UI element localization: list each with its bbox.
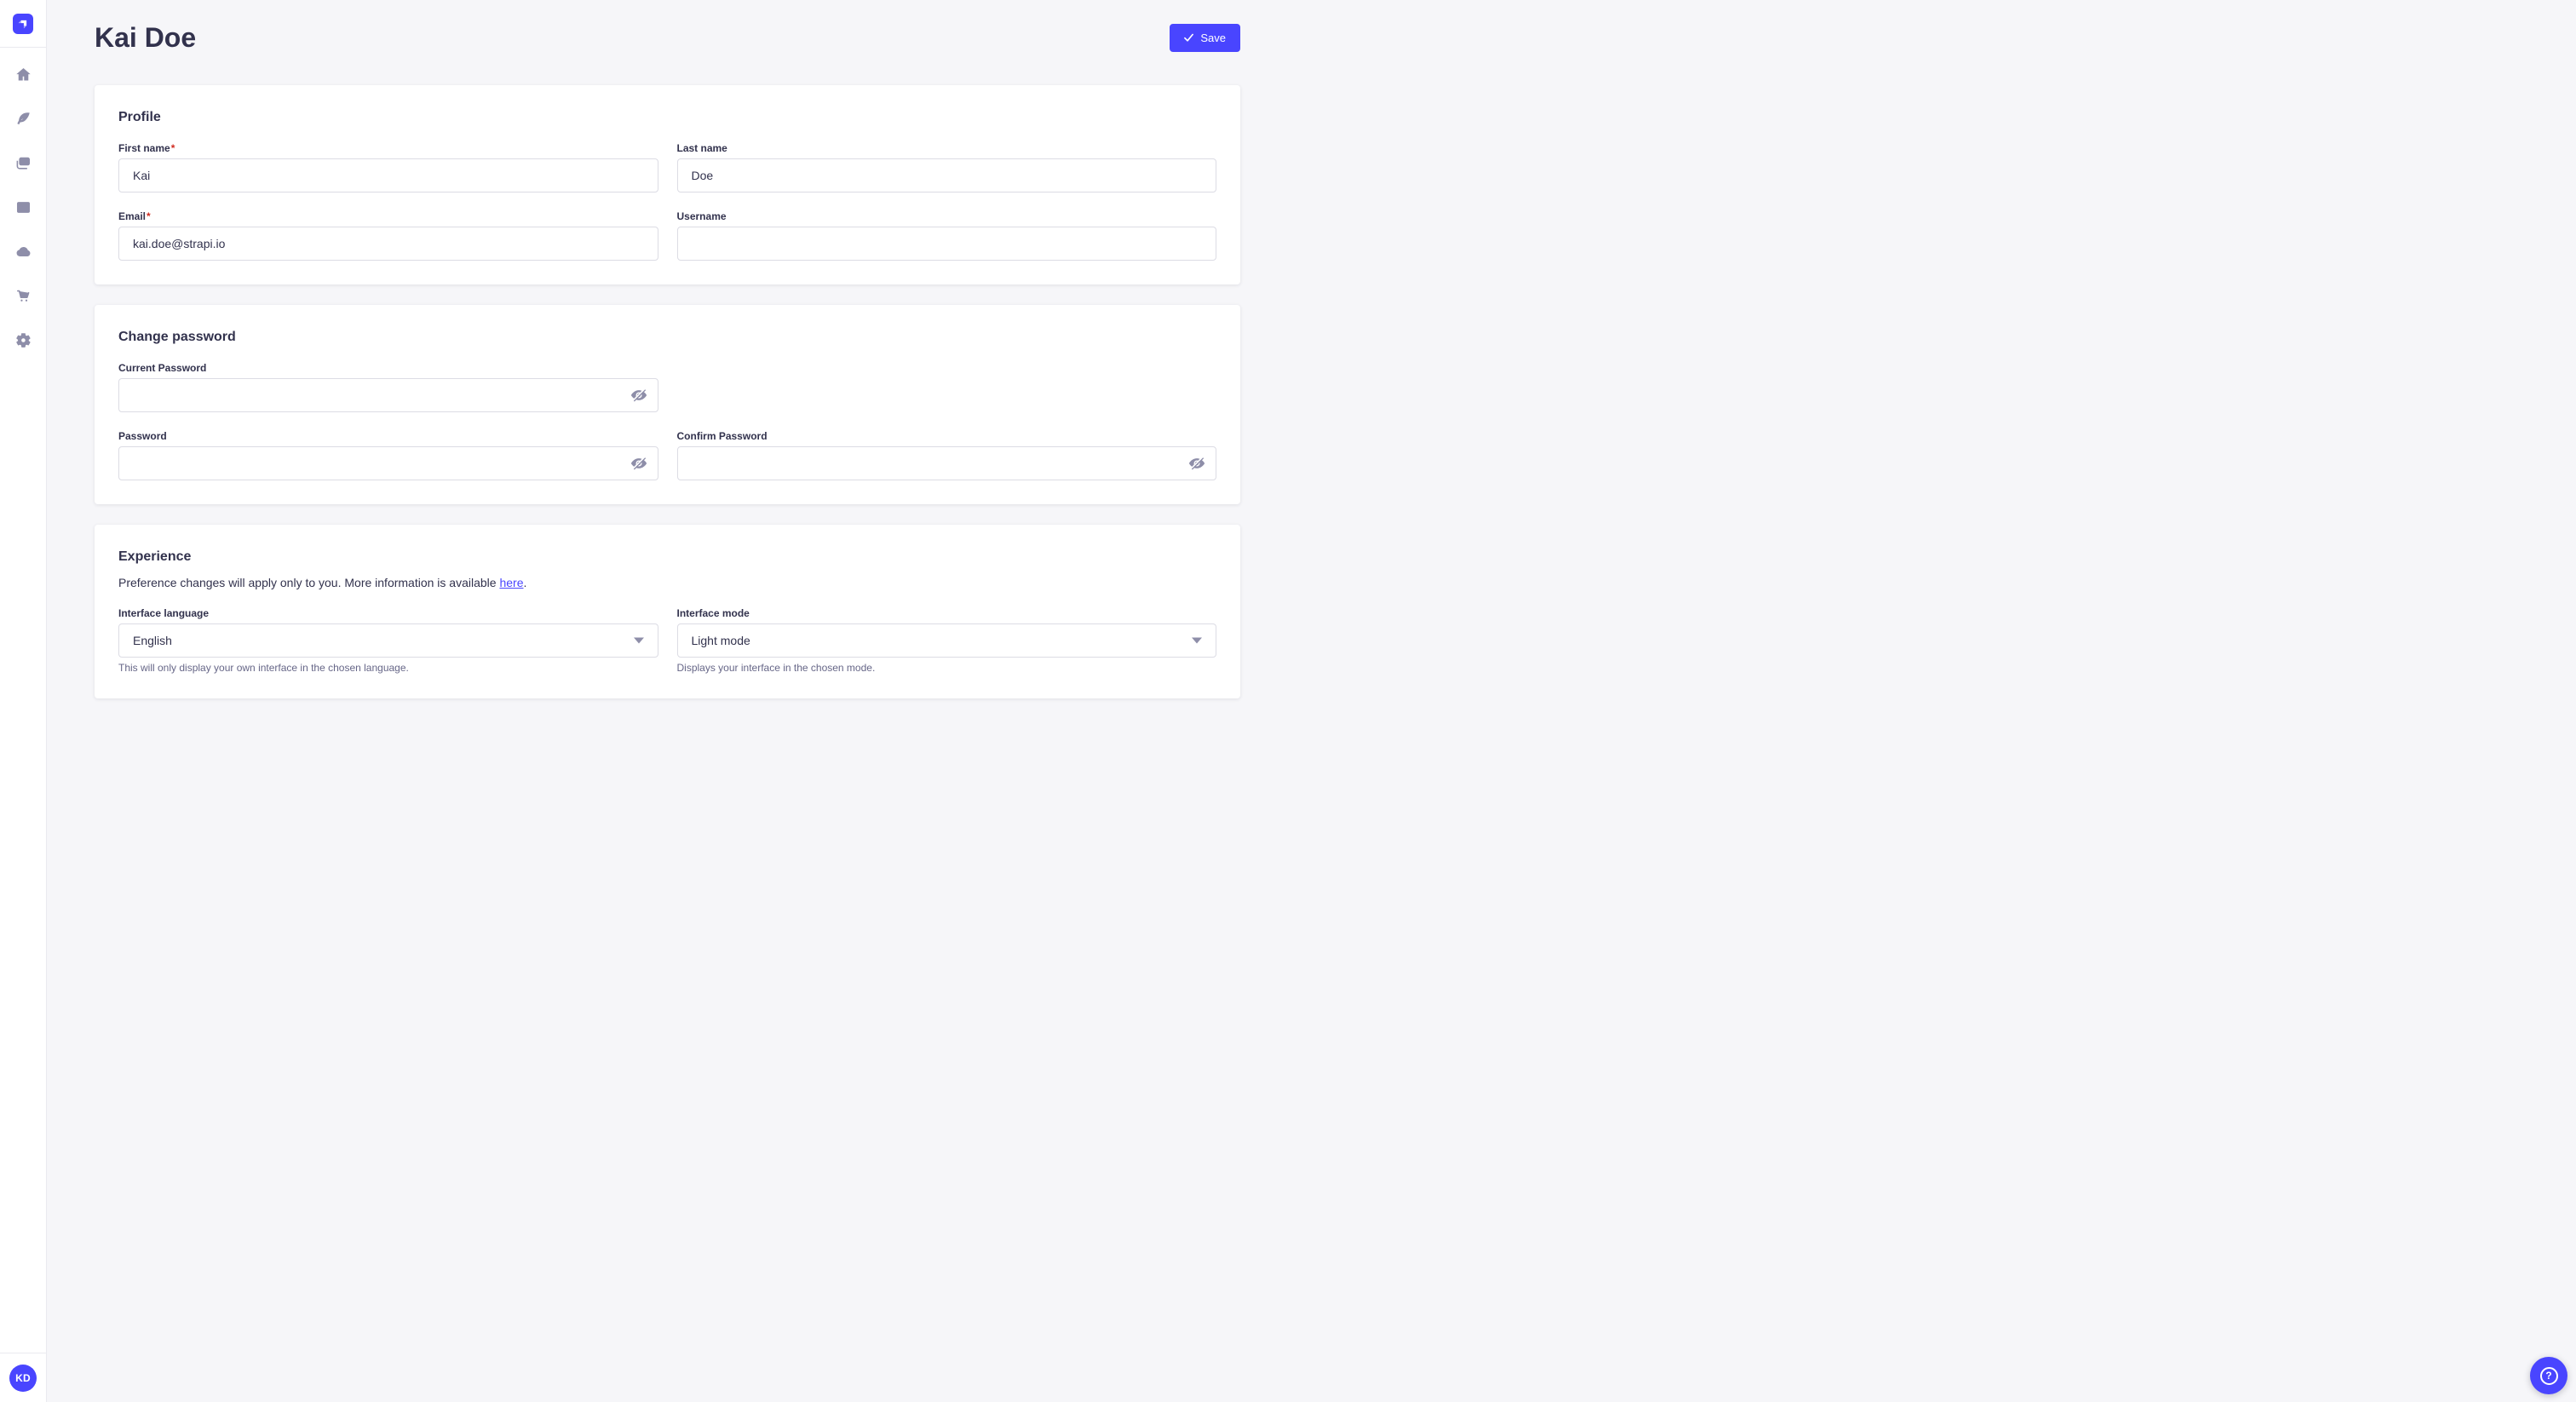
current-password-input[interactable]	[118, 378, 658, 412]
strapi-logo-button[interactable]	[13, 14, 33, 34]
toggle-password-visibility-button[interactable]	[630, 457, 647, 470]
email-input[interactable]	[118, 227, 658, 261]
last-name-label: Last name	[677, 141, 1217, 155]
interface-mode-label: Interface mode	[677, 606, 1217, 620]
help-button[interactable]: ?	[2530, 1357, 2567, 1394]
current-password-label: Current Password	[118, 361, 658, 375]
feather-pen-icon	[15, 111, 32, 127]
interface-mode-select[interactable]: Light mode	[677, 623, 1217, 658]
sidebar: KD	[0, 0, 47, 1402]
first-name-input[interactable]	[118, 158, 658, 192]
username-label: Username	[677, 210, 1217, 223]
field-username: Username	[677, 210, 1217, 261]
profile-card: Profile First name* Last name Email*	[95, 85, 1240, 284]
eye-slash-icon	[630, 457, 647, 470]
save-button[interactable]: Save	[1170, 24, 1240, 52]
change-password-title: Change password	[118, 329, 1216, 346]
experience-description-period: .	[523, 576, 526, 589]
media-library-icon	[15, 155, 32, 171]
eye-slash-icon	[630, 388, 647, 402]
chevron-down-icon	[634, 637, 644, 644]
cloud-icon	[15, 244, 32, 260]
toggle-current-password-visibility-button[interactable]	[630, 388, 647, 402]
cards-container: Profile First name* Last name Email*	[95, 85, 1240, 698]
field-current-password: Current Password	[118, 361, 658, 412]
sidebar-item-media-library[interactable]	[9, 152, 37, 174]
interface-mode-value: Light mode	[692, 634, 750, 647]
experience-card-title: Experience	[118, 549, 1216, 566]
confirm-password-label: Confirm Password	[677, 429, 1217, 443]
experience-description-text: Preference changes will apply only to yo…	[118, 576, 499, 589]
experience-card: Experience Preference changes will apply…	[95, 525, 1240, 698]
sidebar-item-cloud[interactable]	[9, 240, 37, 262]
interface-language-hint: This will only display your own interfac…	[118, 661, 658, 675]
field-confirm-password: Confirm Password	[677, 429, 1217, 480]
toggle-confirm-password-visibility-button[interactable]	[1188, 457, 1205, 470]
home-icon	[15, 66, 32, 83]
sidebar-user-section: KD	[0, 1353, 46, 1402]
password-input[interactable]	[118, 446, 658, 480]
password-label: Password	[118, 429, 658, 443]
email-label-text: Email	[118, 210, 146, 222]
sidebar-item-settings[interactable]	[9, 329, 37, 351]
main-content: Kai Doe Save Profile First name* Last na…	[47, 0, 1288, 698]
field-first-name: First name*	[118, 141, 658, 192]
sidebar-logo-section	[0, 0, 46, 48]
eye-slash-icon	[1188, 457, 1205, 470]
field-interface-mode: Interface mode Light mode Displays your …	[677, 606, 1217, 675]
interface-language-value: English	[133, 634, 172, 647]
field-new-password: Password	[118, 429, 658, 480]
chevron-down-icon	[1192, 637, 1202, 644]
first-name-label: First name*	[118, 141, 658, 155]
cart-icon	[15, 288, 32, 304]
sidebar-nav	[9, 48, 37, 351]
username-input[interactable]	[677, 227, 1217, 261]
experience-description: Preference changes will apply only to yo…	[118, 574, 1216, 591]
last-name-input[interactable]	[677, 158, 1217, 192]
sidebar-item-home[interactable]	[9, 63, 37, 85]
grid-spacer	[677, 361, 1217, 412]
required-asterisk: *	[171, 142, 175, 154]
gear-icon	[15, 332, 32, 348]
page-title: Kai Doe	[95, 22, 196, 54]
save-button-label: Save	[1200, 32, 1226, 44]
first-name-label-text: First name	[118, 142, 170, 154]
strapi-logo-icon	[14, 14, 32, 33]
sidebar-item-marketplace[interactable]	[9, 284, 37, 307]
email-label: Email*	[118, 210, 658, 223]
field-last-name: Last name	[677, 141, 1217, 192]
sidebar-item-content-manager[interactable]	[9, 196, 37, 218]
field-interface-language: Interface language English This will onl…	[118, 606, 658, 675]
field-email: Email*	[118, 210, 658, 261]
sidebar-item-content-builder[interactable]	[9, 107, 37, 129]
question-mark-icon: ?	[2540, 1367, 2558, 1385]
change-password-card: Change password Current Password	[95, 305, 1240, 504]
confirm-password-input[interactable]	[677, 446, 1217, 480]
user-avatar[interactable]: KD	[9, 1365, 37, 1392]
required-asterisk: *	[147, 210, 151, 222]
profile-card-title: Profile	[118, 109, 1216, 126]
interface-language-label: Interface language	[118, 606, 658, 620]
layout-panel-icon	[15, 199, 32, 215]
more-information-link[interactable]: here	[499, 576, 523, 589]
interface-mode-hint: Displays your interface in the chosen mo…	[677, 661, 1217, 675]
page-header: Kai Doe Save	[95, 0, 1240, 55]
interface-language-select[interactable]: English	[118, 623, 658, 658]
check-icon	[1184, 33, 1193, 43]
